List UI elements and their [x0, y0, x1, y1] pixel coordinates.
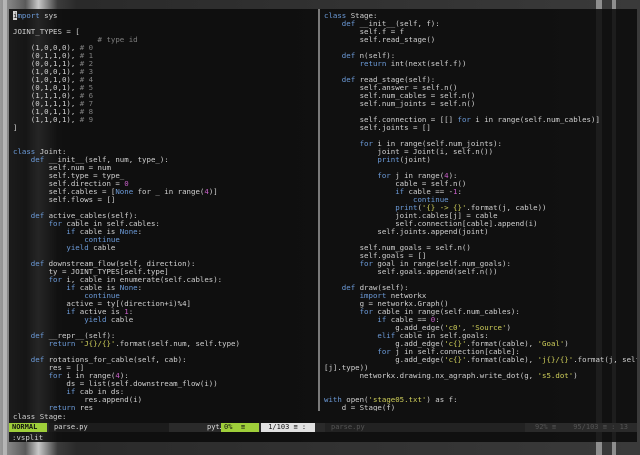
code-token: return	[13, 403, 76, 412]
code-token: sys	[39, 11, 58, 20]
code-token: 'j{}/{}'	[537, 355, 574, 364]
code-token: int(next(self.f))	[386, 59, 467, 68]
code-line[interactable]: self.num_joints = self.n()	[324, 100, 637, 108]
code-token: mport	[17, 11, 40, 20]
code-token: return	[324, 59, 387, 68]
code-token: res	[75, 403, 94, 412]
code-token: self.read_stage()	[324, 35, 436, 44]
code-token: 'Goal'	[537, 339, 565, 348]
code-line[interactable]: self.joints = []	[324, 124, 637, 132]
code-token: self.joints.append(joint)	[324, 227, 489, 236]
inactive-cursor-position: 95/103 ≡ : 13	[569, 423, 629, 431]
code-token: 'J{}/{}'	[79, 339, 116, 348]
code-token: for _ in range(	[133, 187, 205, 196]
code-line[interactable]	[13, 132, 318, 140]
left-pane-last-line: class Stage:	[13, 412, 67, 421]
code-view[interactable]: class Stage: def __init__(self, f): self…	[320, 9, 637, 412]
code-token: self.num_joints = self.n()	[324, 99, 476, 108]
inactive-filename-label: parse.py	[325, 423, 525, 432]
code-token: .format(j, self.joints	[573, 355, 637, 364]
code-line[interactable]: g.add_edge('c{}'.format(cable), 'j{}/{}'…	[324, 356, 637, 364]
editor-pane-left[interactable]: import sys JOINT_TYPES = [ # type id (1,0…	[9, 9, 318, 411]
status-bar: NORMAL parse.py pyt… 0% ≡ 1/103 ≡ : pars…	[9, 423, 637, 432]
code-token: i in range(self.num_cables)]	[470, 115, 600, 124]
code-token: # 9	[79, 115, 94, 124]
code-line[interactable]: networkx.drawing.nx_agraph.write_dot(g, …	[324, 372, 637, 380]
code-token: yield	[13, 315, 107, 324]
code-line[interactable]: return res	[13, 403, 318, 412]
code-line[interactable]: yield cable	[13, 244, 318, 252]
code-token: :	[137, 227, 143, 236]
code-token: (joint)	[399, 155, 431, 164]
code-token: )	[506, 323, 511, 332]
code-token: self.joints = []	[324, 123, 431, 132]
code-token: print	[324, 155, 400, 164]
code-token: networkx.drawing.nx_agraph.write_dot(g,	[324, 371, 538, 380]
code-line[interactable]: print(joint)	[324, 156, 637, 164]
code-token: )	[564, 339, 569, 348]
code-token: .format(self.num, self.type)	[115, 339, 240, 348]
code-token: self.goals.append(self.n())	[324, 267, 498, 276]
code-line[interactable]: (1,1,0,1), # 9	[13, 116, 318, 124]
code-line[interactable]: self.goals.append(self.n())	[324, 268, 637, 276]
code-line[interactable]: return 'J{}/{}'.format(self.num, self.ty…	[13, 340, 318, 348]
code-token: 'c{}'	[444, 355, 467, 364]
code-token: )]	[208, 187, 218, 196]
code-line[interactable]: ]	[13, 124, 318, 132]
code-token: cable	[106, 315, 134, 324]
code-line[interactable]: yield cable	[13, 316, 318, 324]
code-token: return	[13, 339, 76, 348]
command-line[interactable]: :vsplit	[12, 433, 43, 442]
code-line[interactable]: self.read_stage()	[324, 36, 637, 44]
code-token: d = Stage(f)	[324, 403, 396, 412]
code-line[interactable]: d = Stage(f)	[324, 403, 637, 412]
code-token: :	[137, 283, 143, 292]
code-line[interactable]	[324, 380, 637, 388]
filename-label: parse.py	[49, 423, 169, 432]
code-view[interactable]: import sys JOINT_TYPES = [ # type id (1,0…	[9, 9, 318, 411]
code-token: ]	[13, 123, 18, 132]
code-line[interactable]: self.joints.append(joint)	[324, 228, 637, 236]
code-line[interactable]: import sys	[13, 11, 318, 20]
code-token: None	[115, 187, 134, 196]
code-token: self.flows = []	[13, 195, 116, 204]
scroll-percent: 0% ≡	[221, 423, 259, 432]
mode-indicator: NORMAL	[9, 423, 47, 432]
code-token: :	[457, 187, 462, 196]
code-token: cable	[88, 243, 116, 252]
code-token: 's5.dot'	[537, 371, 574, 380]
code-token: for	[457, 115, 471, 124]
terminal-window[interactable]: import sys JOINT_TYPES = [ # type id (1,0…	[9, 9, 637, 442]
code-token: )	[573, 371, 578, 380]
code-token: ) as f:	[426, 395, 458, 404]
editor-pane-right[interactable]: class Stage: def __init__(self, f): self…	[320, 9, 637, 412]
code-token: .format(cable),	[466, 355, 538, 364]
code-token: (1,1,0,1),	[13, 115, 80, 124]
code-line[interactable]: return int(next(self.f))	[324, 60, 637, 68]
code-line[interactable]: self.flows = []	[13, 196, 318, 204]
code-token: yield	[13, 243, 89, 252]
cursor-position: 1/103 ≡ :	[261, 423, 315, 432]
inactive-scroll-percent: 92% ≡	[535, 423, 557, 431]
code-token: None	[119, 283, 138, 292]
code-token: None	[119, 227, 138, 236]
